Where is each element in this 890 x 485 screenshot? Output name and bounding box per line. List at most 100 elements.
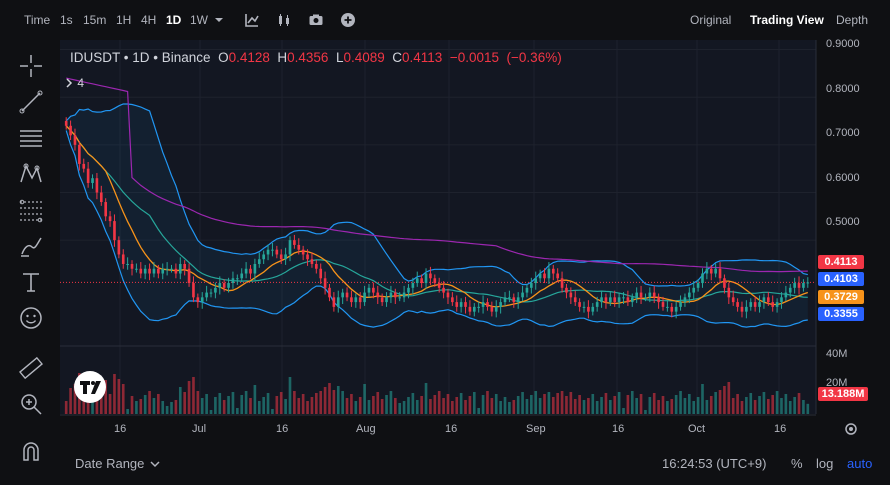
volume-bar [749,393,753,414]
log-toggle[interactable]: log [816,456,833,471]
volume-bar [582,400,586,414]
volume-bar [437,391,441,414]
candle-body [595,302,599,307]
volume-bar [139,399,143,414]
auto-toggle[interactable]: auto [847,456,872,471]
candle-body [240,273,244,279]
candle-body [455,302,459,307]
volume-bar [451,401,454,414]
candle-body [661,302,665,307]
candle-body [236,278,239,280]
candle-body [451,297,454,303]
x-tick: 16 [774,423,787,435]
candle-body [393,292,397,298]
volume-bar [358,397,362,414]
candle-body [345,292,349,298]
volume-bar [385,395,388,414]
volume-bar [328,383,331,414]
volume-bar [420,396,423,414]
candle-body [284,254,287,260]
candle-body [104,202,108,217]
candle-body [560,278,564,288]
candle-body [696,283,700,288]
candle-body [389,292,393,298]
volume-bar [424,383,428,414]
candle-body [508,297,511,299]
indicators-count: 4 [77,76,85,90]
candle-body [222,283,226,288]
volume-bar [679,391,682,414]
volume-bar [657,400,660,414]
volume-bar [306,401,309,414]
volume-bar [709,396,713,414]
volume-bar [745,397,748,414]
volume-bar [214,397,217,414]
volume-bar [354,401,358,414]
candle-body [244,268,248,274]
volume-bar [718,390,722,414]
candle-body [797,283,801,288]
volume-bar [178,387,182,414]
volume-bar [372,396,375,414]
volume-bar [170,402,173,414]
volume-bar [262,397,265,414]
legend-high: 0.4356 [287,50,329,65]
chevron-down-icon[interactable] [149,458,161,470]
volume-bar [275,396,279,414]
y-tick: 0.5000 [826,216,860,228]
candle-body [674,306,678,312]
candle-body [578,302,581,307]
volume-bar [192,377,195,414]
volume-bar [639,394,643,414]
x-tick: Jul [192,423,207,435]
candle-body [306,254,309,260]
candle-body [420,278,423,284]
volume-bar [547,392,551,414]
volume-bar [429,399,432,414]
volume-bar [152,398,156,414]
candle-body [639,292,643,298]
volume-bar [652,393,656,414]
volume-bar [293,391,296,414]
volume-bar [771,395,775,414]
candle-body [538,273,542,279]
candle-body [652,292,656,298]
candle-body [714,268,717,274]
candle-body [91,178,94,183]
date-range-button[interactable]: Date Range [75,456,144,471]
price-tag-ma: 0.3729 [818,290,864,304]
price-chart[interactable] [0,0,890,485]
candle-body [354,297,358,303]
candle-body [253,263,257,274]
y-tick: 0.8000 [826,83,860,95]
candle-body [503,297,507,303]
volume-bar [222,400,226,414]
candle-body [69,125,72,136]
volume-bar [64,401,68,414]
volume-bar [108,394,112,414]
candle-body [315,263,318,269]
volume-bar [494,394,498,414]
candle-body [227,283,230,288]
candle-body [297,244,301,250]
volume-bar [723,386,726,414]
candle-body [275,249,279,255]
candle-body [293,240,296,245]
settings-gear-icon[interactable] [843,421,859,437]
candle-body [161,268,165,274]
y-tick: 0.6000 [826,172,860,184]
volume-bar [376,392,380,414]
percent-toggle[interactable]: % [791,456,803,471]
candle-body [788,287,792,293]
tradingview-logo[interactable] [74,371,106,403]
volume-bar [393,398,397,414]
candle-body [262,254,265,260]
volume-bar [389,391,393,414]
candle-body [402,292,406,298]
volume-bar [516,396,520,414]
candle-body [573,297,577,303]
trading-view-window: Time 1s 15m 1H 4H 1D 1W Original Trading… [0,0,890,485]
indicators-toggle[interactable]: 4 [64,76,84,90]
candle-body [257,259,261,264]
y-tick: 0.9000 [826,38,860,50]
